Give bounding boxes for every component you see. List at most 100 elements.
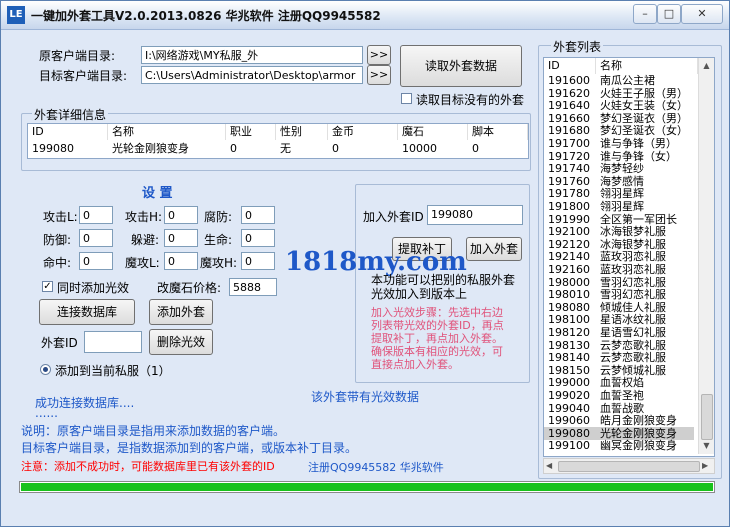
add-coat-patch-button[interactable]: 加入外套 xyxy=(466,237,522,261)
coat-list-row[interactable]: 191680 梦幻圣诞衣（女） xyxy=(544,124,694,137)
coat-list-id: 198010 xyxy=(548,288,590,302)
hscroll-thumb[interactable] xyxy=(558,461,700,472)
source-dir-input[interactable]: I:\网络游戏\MY私服_外 xyxy=(141,46,363,64)
coat-list-row[interactable]: 192120 冰海银梦礼服 xyxy=(544,238,694,251)
coat-list-row[interactable]: 198140 云梦恋歌礼服 xyxy=(544,351,694,364)
status-dots: ...... xyxy=(35,406,58,420)
coat-list-row[interactable]: 192140 蓝玫羽恋礼服 xyxy=(544,250,694,263)
coat-list-row[interactable]: 191640 火娃女王装（女） xyxy=(544,99,694,112)
coat-list-row[interactable]: 191660 梦幻圣诞衣（男） xyxy=(544,112,694,125)
coat-list-table[interactable]: ID 名称 191600 南瓜公主裙 191620 火娃王子服（男） 191640 火娃女… xyxy=(543,57,715,457)
detail-header-magicstone[interactable]: 魔石 xyxy=(398,124,468,140)
coat-list-row[interactable]: 198100 星语冰纹礼服 xyxy=(544,313,694,326)
close-button[interactable]: ✕ xyxy=(681,4,723,24)
list-header-id[interactable]: ID xyxy=(544,58,596,74)
attack-high-input[interactable]: 0 xyxy=(164,206,198,224)
target-dir-input[interactable]: C:\Users\Administrator\Desktop\armor xyxy=(141,66,363,84)
coat-list-row[interactable]: 198000 雪羽幻恋礼服 xyxy=(544,276,694,289)
detail-cell-id: 199080 xyxy=(32,142,74,155)
detail-header-name[interactable]: 名称 xyxy=(108,124,226,140)
coat-list-row[interactable]: 199060 皓月金刚狼变身 xyxy=(544,414,694,427)
scroll-left-icon[interactable]: ◀ xyxy=(546,459,552,473)
detail-header-job[interactable]: 职业 xyxy=(226,124,276,140)
coat-list-row[interactable]: 198120 星语雪幻礼服 xyxy=(544,326,694,339)
coat-list-id: 191740 xyxy=(548,162,590,176)
coat-list-row[interactable]: 191800 翎羽星辉 xyxy=(544,200,694,213)
add-to-server-radio[interactable] xyxy=(40,364,51,375)
magic-attack-high-input[interactable]: 0 xyxy=(241,252,275,270)
coat-list-name: 火娃王子服（男） xyxy=(600,86,688,100)
coat-list-row[interactable]: 191600 南瓜公主裙 xyxy=(544,74,694,87)
coat-list-row[interactable]: 192160 蓝玫羽恋礼服 xyxy=(544,263,694,276)
coat-list-name: 星语冰纹礼服 xyxy=(600,313,666,327)
coat-list-row[interactable]: 199040 血誓战歌 xyxy=(544,402,694,415)
detail-cell-magicstone: 10000 xyxy=(402,142,437,155)
coat-list-name: 冰海银梦礼服 xyxy=(600,225,666,239)
coat-list-row[interactable]: 191620 火娃王子服（男） xyxy=(544,87,694,100)
progress-bar xyxy=(19,481,715,493)
coat-list-row[interactable]: 199080 光轮金刚狼变身 xyxy=(544,426,694,440)
coat-list-row[interactable]: 198130 云梦恋歌礼服 xyxy=(544,339,694,352)
coat-list-id: 199020 xyxy=(548,389,590,402)
detail-header-gender[interactable]: 性别 xyxy=(276,124,328,140)
dodge-input[interactable]: 0 xyxy=(164,229,198,247)
main-window: LE 一键加外套工具V2.0.2013.0826 华兆软件 注册QQ994558… xyxy=(0,0,730,527)
coat-list-id: 191760 xyxy=(548,174,590,188)
scroll-thumb[interactable] xyxy=(701,394,713,440)
coat-detail-table[interactable]: ID 名称 职业 性别 金币 魔石 脚本 199080 光轮金刚狼变身 0 无 … xyxy=(27,123,529,159)
attack-low-input[interactable]: 0 xyxy=(79,206,113,224)
defense-input[interactable]: 0 xyxy=(79,229,113,247)
coat-list-name: 皓月金刚狼变身 xyxy=(600,414,677,428)
coat-list-hscrollbar[interactable]: ◀ ▶ xyxy=(543,458,715,474)
detail-header-gold[interactable]: 金币 xyxy=(328,124,398,140)
coat-list-name: 血誓权焰 xyxy=(600,376,644,390)
coat-list-row[interactable]: 199100 幽冥金刚狼变身 xyxy=(544,439,694,452)
detail-header-script[interactable]: 脚本 xyxy=(468,124,528,140)
read-coat-data-button[interactable]: 读取外套数据 xyxy=(400,45,522,87)
minimize-button[interactable]: – xyxy=(633,4,657,24)
scroll-right-icon[interactable]: ▶ xyxy=(702,459,708,473)
hit-input[interactable]: 0 xyxy=(79,252,113,270)
add-coat-button[interactable]: 添加外套 xyxy=(149,299,213,325)
detail-cell-gender: 无 xyxy=(280,142,291,155)
read-missing-label: 读取目标没有的外套 xyxy=(416,93,525,107)
coat-list-row[interactable]: 191700 谁与争锋（男） xyxy=(544,137,694,150)
read-missing-checkbox[interactable] xyxy=(401,93,412,104)
coat-list-row[interactable]: 199000 血誓权焰 xyxy=(544,376,694,389)
coat-id-label: 外套ID xyxy=(41,336,78,350)
coat-list-name: 翎羽星辉 xyxy=(600,187,644,201)
coat-list-row[interactable]: 191760 海梦感情 xyxy=(544,175,694,188)
coat-list-row[interactable]: 198080 倾城佳人礼服 xyxy=(544,301,694,314)
coat-list-row[interactable]: 198150 云梦倾城礼服 xyxy=(544,364,694,377)
attack-high-label: 攻击H: xyxy=(125,210,163,224)
target-browse-button[interactable]: >> xyxy=(367,65,391,85)
coat-list-row[interactable]: 191720 谁与争锋（女） xyxy=(544,150,694,163)
coat-list-row[interactable]: 199020 血誓圣袍 xyxy=(544,389,694,402)
coat-list-row[interactable]: 198010 雪羽幻恋礼服 xyxy=(544,288,694,301)
magic-attack-low-input[interactable]: 0 xyxy=(164,252,198,270)
restore-button[interactable]: □ xyxy=(657,4,681,24)
coat-list-id: 192100 xyxy=(548,225,590,239)
delete-effect-button[interactable]: 删除光效 xyxy=(149,329,213,355)
title-bar[interactable]: LE 一键加外套工具V2.0.2013.0826 华兆软件 注册QQ994558… xyxy=(1,1,729,30)
scroll-up-icon[interactable]: ▲ xyxy=(701,60,712,72)
scroll-down-icon[interactable]: ▼ xyxy=(701,440,712,452)
coat-list-row[interactable]: 191990 全区第一军团长 xyxy=(544,213,694,226)
coat-id-input[interactable] xyxy=(84,331,142,353)
source-browse-button[interactable]: >> xyxy=(367,45,391,65)
coat-list-scrollbar[interactable]: ▲ ▼ xyxy=(698,58,714,454)
list-header-name[interactable]: 名称 xyxy=(596,58,698,74)
add-coat-id-input[interactable]: 199080 xyxy=(427,205,523,225)
coat-list-name: 梦幻圣诞衣（男） xyxy=(600,111,688,125)
coat-list-row[interactable]: 191780 翎羽星辉 xyxy=(544,187,694,200)
price-input[interactable]: 5888 xyxy=(229,278,277,296)
coat-list-row[interactable]: 191740 海梦轻纱 xyxy=(544,162,694,175)
coat-list-id: 199060 xyxy=(548,414,590,428)
sync-effect-checkbox[interactable]: ✓ xyxy=(42,281,53,292)
coat-list-row[interactable]: 192100 冰海银梦礼服 xyxy=(544,225,694,238)
detail-header-id[interactable]: ID xyxy=(28,124,108,140)
life-input[interactable]: 0 xyxy=(241,229,275,247)
rot-defense-input[interactable]: 0 xyxy=(241,206,275,224)
coat-list-name: 血誓圣袍 xyxy=(600,389,644,402)
connect-db-button[interactable]: 连接数据库 xyxy=(39,299,135,325)
